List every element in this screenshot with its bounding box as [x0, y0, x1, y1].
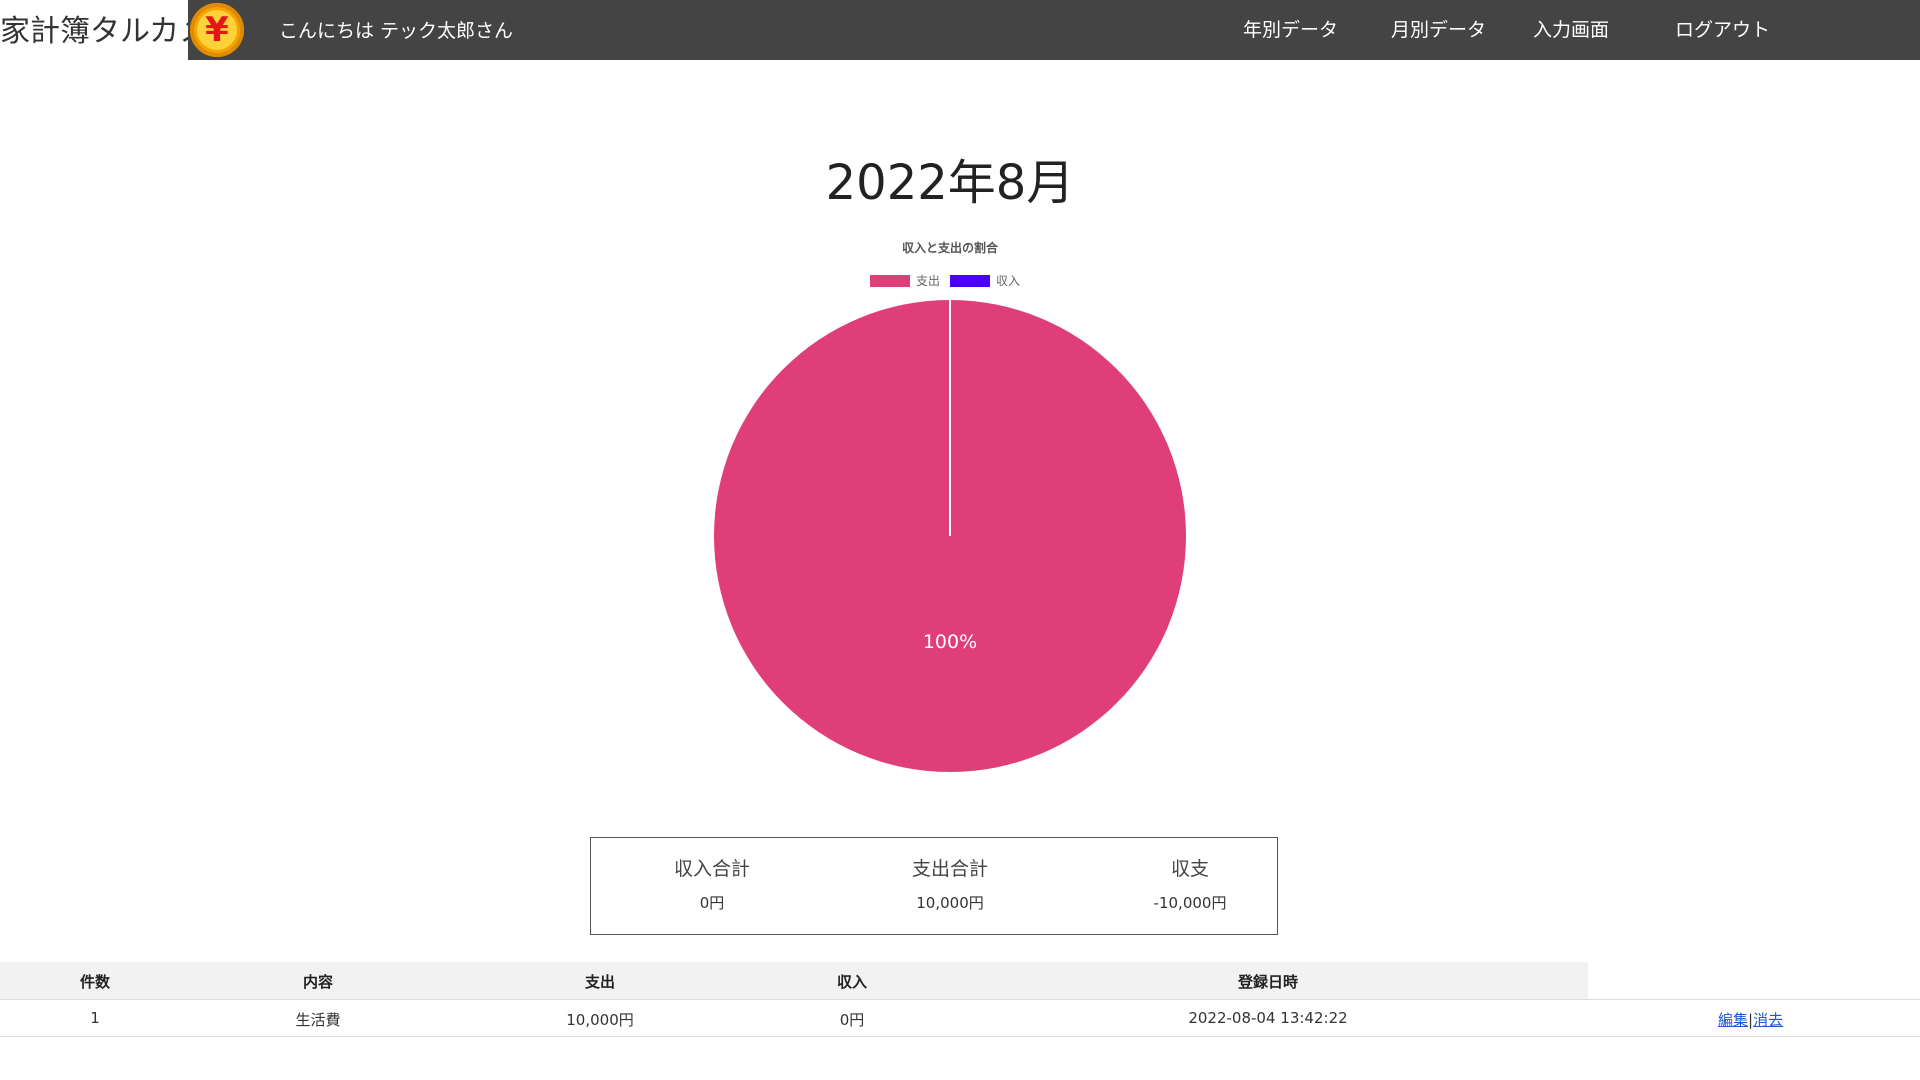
table-divider: [0, 999, 1920, 1000]
cell-expense: 10,000円: [566, 1011, 634, 1029]
expense-total-value: 10,000円: [916, 894, 984, 912]
table-bottom-border: [0, 1036, 1920, 1037]
cell-registered: 2022-08-04 13:42:22: [1188, 1009, 1348, 1027]
pie-data-labels: 100%: [923, 631, 977, 653]
balance-label: 収支: [1170, 858, 1209, 880]
legend-swatch-0[interactable]: [870, 275, 910, 287]
chart-title: 収入と支出の割合: [902, 240, 999, 255]
cell-income: 0円: [839, 1011, 865, 1029]
legend-swatch-1[interactable]: [950, 275, 990, 287]
pie-chart: 収入と支出の割合 支出 収入 100%: [714, 240, 1186, 772]
income-total-value: 0円: [699, 894, 725, 912]
pie-chart-container: 収入と支出の割合 支出 収入 100%: [0, 230, 1900, 790]
expense-total-label: 支出合計: [911, 858, 988, 880]
edit-link[interactable]: 編集: [1718, 1011, 1748, 1029]
greeting-text: こんにちは テック太郎さん: [279, 20, 514, 42]
th-count: 件数: [79, 973, 110, 991]
cell-count: 1: [90, 1009, 100, 1027]
pie-slices: [714, 300, 1186, 772]
pie-data-label-0: 100%: [923, 631, 977, 653]
brand-name: 家計簿タルカメ: [0, 14, 188, 49]
delete-link[interactable]: 消去: [1753, 1011, 1783, 1029]
nav-yearly-data[interactable]: 年別データ: [1243, 15, 1338, 42]
nav-monthly-data[interactable]: 月別データ: [1391, 15, 1486, 42]
yen-coin-icon: ¥: [190, 3, 244, 57]
row-actions: 編集|消去: [1718, 1009, 1783, 1030]
nav-logout[interactable]: ログアウト: [1675, 15, 1770, 42]
balance-value: -10,000円: [1153, 894, 1227, 912]
summary-box: 収入合計 0円 支出合計 10,000円 収支 -10,000円: [590, 837, 1278, 935]
th-registered: 登録日時: [1237, 973, 1298, 991]
legend-label-0[interactable]: 支出: [916, 274, 940, 288]
income-total-label: 収入合計: [673, 858, 750, 880]
top-navbar: 家計簿タルカメ ¥ こんにちは テック太郎さん 年別データ 月別データ 入力画面…: [0, 0, 1920, 60]
page-title: 2022年8月: [825, 155, 1075, 211]
th-content: 内容: [302, 973, 333, 991]
yen-glyph: ¥: [205, 10, 229, 50]
legend-label-1[interactable]: 収入: [996, 274, 1020, 288]
nav-input-screen[interactable]: 入力画面: [1533, 15, 1609, 42]
cell-content: 生活費: [295, 1011, 341, 1029]
brand-logo[interactable]: 家計簿タルカメ: [0, 0, 188, 60]
chart-legend: 支出 収入: [870, 274, 1020, 288]
th-income: 収入: [836, 973, 867, 991]
th-expense: 支出: [584, 973, 615, 991]
